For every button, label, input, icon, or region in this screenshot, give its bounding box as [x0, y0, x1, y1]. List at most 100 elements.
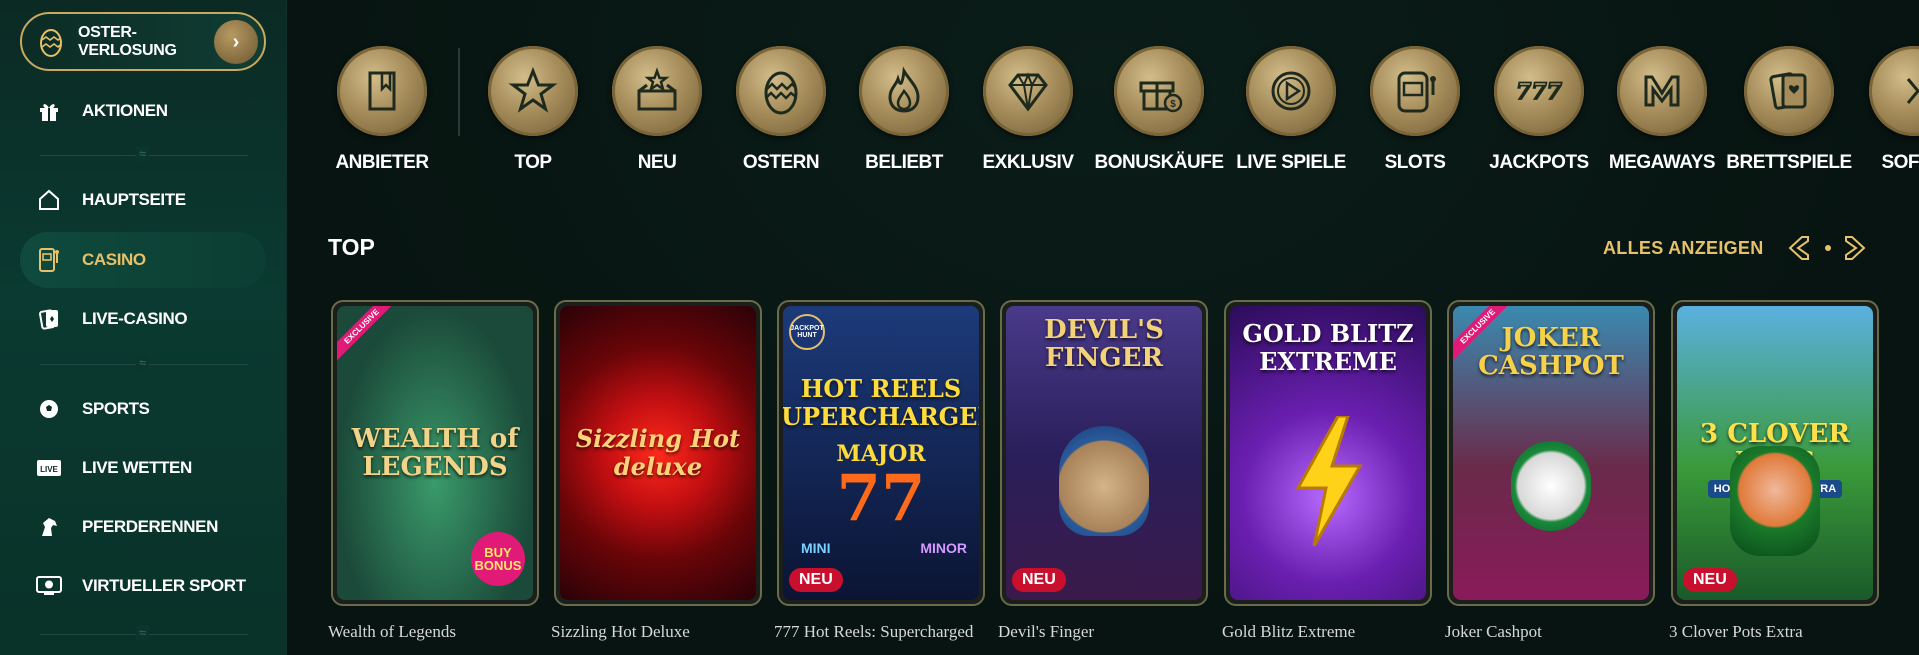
sevens-art: 77 — [836, 461, 926, 536]
game-name[interactable]: Sizzling Hot Deluxe — [551, 622, 690, 642]
game-tile-wealth-of-legends[interactable]: EXCLUSIVE WEALTH of LEGENDS BUY BONUS — [331, 300, 539, 606]
sidebar-item-label: VIRTUELLER SPORT — [82, 576, 246, 595]
game-name[interactable]: Devil's Finger — [998, 622, 1094, 642]
section-title: TOP — [328, 234, 375, 260]
buy-bonus-badge: BUY BONUS — [471, 532, 525, 586]
sidebar-item-live-wetten[interactable]: LIVE LIVE WETTEN — [20, 440, 266, 496]
sidebar-item-pferderennen[interactable]: PFERDERENNEN — [20, 499, 266, 555]
gift-icon — [34, 96, 64, 126]
sidebar-item-live-casino[interactable]: LIVE-CASINO — [20, 291, 266, 347]
category-brettspiele[interactable]: BRETTSPIELE — [1724, 46, 1854, 174]
category-separator — [458, 48, 460, 136]
game-art-title: DEVIL'S FINGER — [1044, 315, 1164, 373]
category-bonuskaeufe[interactable]: $ BONUSKÄUFE — [1094, 46, 1224, 174]
box-star-icon — [612, 46, 702, 136]
new-badge: NEU — [1683, 568, 1737, 592]
exclusive-badge: EXCLUSIVE — [337, 306, 400, 365]
game-art: Sizzling Hot deluxe — [560, 306, 756, 600]
category-top[interactable]: TOP — [468, 46, 598, 174]
virtual-sport-icon — [34, 571, 64, 601]
category-jackpots[interactable]: 777 JACKPOTS — [1474, 46, 1604, 174]
gift-coin-icon: $ — [1114, 46, 1204, 136]
game-tile-3-clover-pots-extra[interactable]: 3 CLOVER POTS HOLD AND WIN EXTRA NEU — [1671, 300, 1879, 606]
game-name[interactable]: Joker Cashpot — [1445, 622, 1542, 642]
view-all-link[interactable]: ALLES ANZEIGEN — [1603, 238, 1764, 259]
game-art-title: HOT REELS SUPERCHARGED — [783, 374, 979, 431]
sidebar-item-sports[interactable]: SPORTS — [20, 381, 266, 437]
game-tile-devils-finger[interactable]: DEVIL'S FINGER NEU — [1000, 300, 1208, 606]
diamond-icon — [983, 46, 1073, 136]
category-sofort[interactable]: SOFOR — [1849, 46, 1919, 174]
live-icon: LIVE — [34, 453, 64, 483]
category-beliebt[interactable]: BELIEBT — [839, 46, 969, 174]
category-label: OSTERN — [742, 152, 820, 173]
category-label: SOFOR — [1881, 152, 1919, 173]
soccer-ball-icon — [34, 394, 64, 424]
game-tile-joker-cashpot[interactable]: EXCLUSIVE JOKER CASHPOT — [1447, 300, 1655, 606]
sidebar-item-label: CASINO — [82, 250, 146, 269]
category-label: NEU — [637, 152, 677, 173]
game-art: EXCLUSIVE JOKER CASHPOT — [1453, 306, 1649, 600]
sidebar-item-aktionen[interactable]: AKTIONEN — [20, 83, 266, 139]
slot-machine-icon — [1370, 46, 1460, 136]
arrow-left-icon[interactable] — [1782, 231, 1816, 265]
svg-text:777: 777 — [1516, 79, 1563, 105]
category-anbieter[interactable]: ANBIETER — [317, 46, 447, 174]
book-icon — [337, 46, 427, 136]
pagination-dot — [1825, 245, 1831, 251]
svg-text:$: $ — [1170, 99, 1176, 110]
lightning-bolt-icon — [1295, 416, 1363, 546]
game-art-title: WEALTH of LEGENDS — [351, 424, 519, 482]
sidebar-item-label: HAUPTSEITE — [82, 190, 186, 209]
category-label: MEGAWAYS — [1608, 152, 1716, 173]
game-tile-sizzling-hot-deluxe[interactable]: Sizzling Hot deluxe — [554, 300, 762, 606]
game-name[interactable]: 3 Clover Pots Extra — [1669, 622, 1803, 642]
game-tile-gold-blitz-extreme[interactable]: GOLD BLITZ EXTREME — [1224, 300, 1432, 606]
category-label: LIVE SPIELE — [1236, 152, 1346, 173]
horse-icon — [34, 512, 64, 542]
megaways-icon — [1617, 46, 1707, 136]
game-art: 3 CLOVER POTS HOLD AND WIN EXTRA NEU — [1677, 306, 1873, 600]
joker-art — [1511, 441, 1591, 531]
promo-label: OSTER- VERLOSUNG — [78, 23, 177, 59]
playing-cards-icon — [34, 304, 64, 334]
arrow-right-icon[interactable] — [1838, 231, 1872, 265]
easter-raffle-button[interactable]: OSTER- VERLOSUNG › — [20, 12, 266, 71]
sidebar-item-virtueller-sport[interactable]: VIRTUELLER SPORT — [20, 558, 266, 614]
game-art: GOLD BLITZ EXTREME — [1230, 306, 1426, 600]
chevron-right-icon[interactable]: › — [214, 20, 258, 64]
category-exklusiv[interactable]: EXKLUSIV — [963, 46, 1093, 174]
777-icon: 777 — [1494, 46, 1584, 136]
divider — [40, 625, 248, 640]
game-name[interactable]: Gold Blitz Extreme — [1222, 622, 1355, 642]
flame-icon — [859, 46, 949, 136]
game-art-title: JOKER CASHPOT — [1478, 323, 1624, 381]
play-icon — [1246, 46, 1336, 136]
sidebar-item-hauptseite[interactable]: HAUPTSEITE — [20, 172, 266, 228]
easter-egg-icon — [736, 46, 826, 136]
category-label: BRETTSPIELE — [1726, 152, 1852, 173]
star-icon — [488, 46, 578, 136]
category-neu[interactable]: NEU — [592, 46, 722, 174]
category-ostern[interactable]: OSTERN — [716, 46, 846, 174]
category-slots[interactable]: SLOTS — [1350, 46, 1480, 174]
game-name[interactable]: 777 Hot Reels: Supercharged — [774, 622, 973, 642]
game-art: JACKPOT HUNT HOT REELS SUPERCHARGED MAJO… — [783, 306, 979, 600]
sidebar-item-casino[interactable]: CASINO — [20, 232, 266, 288]
category-label: EXKLUSIV — [982, 152, 1074, 173]
category-label: JACKPOTS — [1489, 152, 1589, 173]
game-tile-777-hot-reels[interactable]: JACKPOT HUNT HOT REELS SUPERCHARGED MAJO… — [777, 300, 985, 606]
sidebar: OSTER- VERLOSUNG › AKTIONEN HAUPTSEITE C… — [0, 0, 287, 655]
card-suits-icon — [1744, 46, 1834, 136]
game-art: DEVIL'S FINGER NEU — [1006, 306, 1202, 600]
leprechaun-art — [1730, 446, 1820, 556]
new-badge: NEU — [1012, 568, 1066, 592]
game-name[interactable]: Wealth of Legends — [328, 622, 456, 642]
jackpot-hunt-badge: JACKPOT HUNT — [789, 314, 825, 350]
category-live-spiele[interactable]: LIVE SPIELE — [1226, 46, 1356, 174]
home-icon — [34, 185, 64, 215]
category-megaways[interactable]: MEGAWAYS — [1597, 46, 1727, 174]
sidebar-item-label: LIVE WETTEN — [82, 458, 192, 477]
sofort-icon — [1869, 46, 1919, 136]
category-label: SLOTS — [1384, 152, 1446, 173]
